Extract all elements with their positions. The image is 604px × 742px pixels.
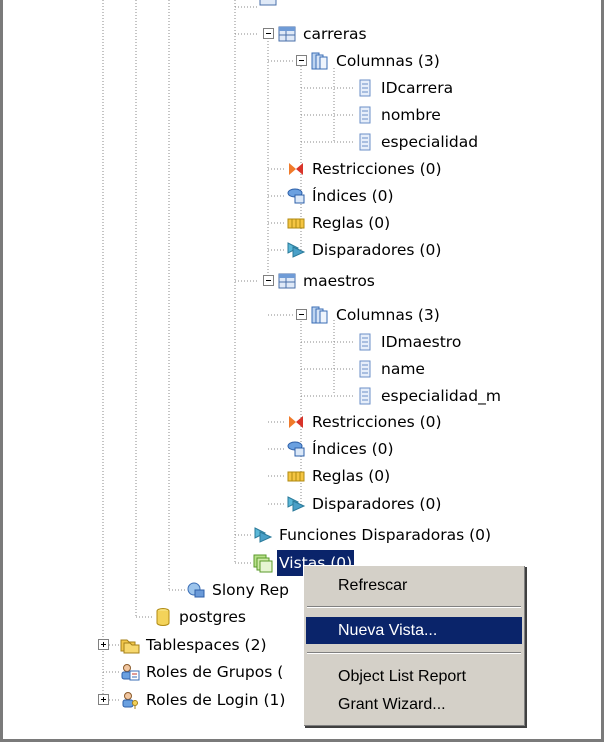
menu-item-object-list-report[interactable]: Object List Report [306,663,522,690]
login-roles-icon [120,690,140,710]
constraint-icon [286,412,306,432]
tree-item-label: Reglas (0) [312,214,391,232]
column-icon [355,132,375,152]
index-icon [286,439,306,459]
column-icon [355,386,375,406]
rules-icon [286,466,306,486]
tree-item-label: especialidad_m [381,387,501,405]
rules-icon [286,213,306,233]
tree-item-label: maestros [303,272,375,290]
trigger-icon [286,494,306,514]
menu-separator [307,652,521,654]
menu-item-grant-wizard[interactable]: Grant Wizard... [306,691,522,718]
folder-icon [120,635,140,655]
tree-item-label: Slony Rep [212,581,290,599]
tree-item-label: Restricciones (0) [312,413,442,431]
column-icon [355,78,375,98]
tree-item-label: Índices (0) [312,440,394,458]
tree-item-label: Tablespaces (2) [146,636,267,654]
columns-icon [310,51,330,71]
tree-item-label: postgres [179,608,246,626]
column-icon [355,359,375,379]
tree-item-label: nombre [381,106,441,124]
views-icon [253,553,273,573]
tree-item-label: Columnas (3) [336,52,440,70]
menu-separator [307,606,521,608]
collapse-toggle[interactable] [296,55,307,66]
tree-item-label: Funciones Disparadoras (0) [279,526,492,544]
columns-icon [310,305,330,325]
tree-item-label: Restricciones (0) [312,160,442,178]
tree-item-label: Roles de Grupos ( [146,663,284,681]
column-icon [355,332,375,352]
tree-item-label: IDcarrera [381,79,454,97]
tree-item-label: Roles de Login (1) [146,691,286,709]
tree-item-label: Disparadores (0) [312,241,442,259]
tree-item-label: Reglas (0) [312,467,391,485]
tree-item-label: especialidad [381,133,479,151]
tree-item-label: name [381,360,425,378]
tree-item-label: Disparadores (0) [312,495,442,513]
index-icon [286,186,306,206]
menu-item-refrescar[interactable]: Refrescar [306,572,522,599]
tree-item-label: Columnas (3) [336,306,440,324]
tree-item-label: Índices (0) [312,187,394,205]
column-icon [355,105,375,125]
trigger-function-icon [253,525,273,545]
tree-item-label: IDmaestro [381,333,462,351]
table-icon [277,24,297,44]
database-icon [153,607,173,627]
menu-item-nueva-vista[interactable]: Nueva Vista... [306,617,522,644]
trigger-icon [286,240,306,260]
table-icon [277,271,297,291]
collapse-toggle[interactable] [263,28,274,39]
expand-toggle[interactable] [98,694,109,705]
collapse-toggle[interactable] [296,309,307,320]
tree-item-label: carreras [303,25,367,43]
collapse-toggle[interactable] [263,275,274,286]
group-roles-icon [120,662,140,682]
slony-icon [186,580,206,600]
table-icon [258,0,278,8]
context-menu: Refrescar Nueva Vista... Object List Rep… [303,565,525,726]
expand-toggle[interactable] [98,639,109,650]
constraint-icon [286,159,306,179]
